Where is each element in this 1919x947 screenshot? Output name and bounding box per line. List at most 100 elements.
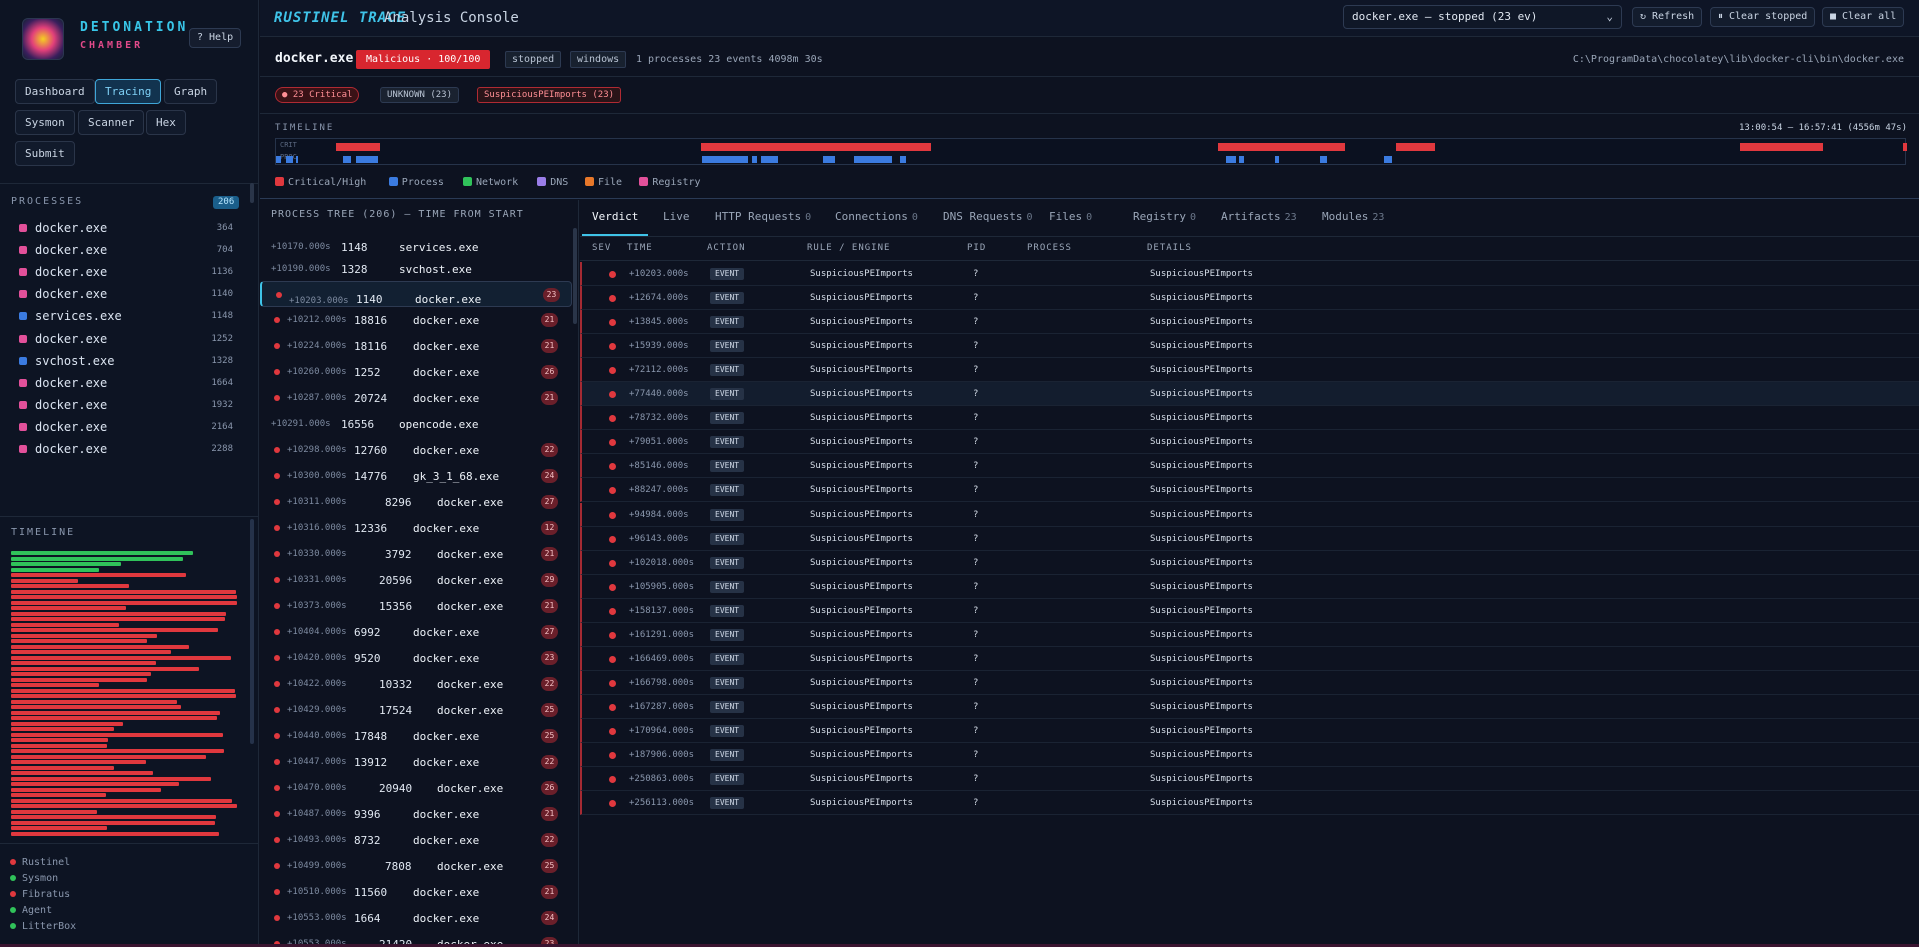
process-list-pid: 704 xyxy=(216,245,233,256)
event-pid: ? xyxy=(973,509,979,520)
event-row[interactable]: +158137.000s EVENT SuspiciousPEImports? Sus… xyxy=(580,598,1919,623)
tree-row[interactable]: +10429.000s 17524 docker.exe 25 xyxy=(260,697,572,723)
event-row[interactable]: +187906.000s EVENT SuspiciousPEImports? Sus… xyxy=(580,743,1919,767)
sidebar-timeline-bar xyxy=(11,771,153,775)
sidebar-timeline-scrollbar[interactable] xyxy=(250,519,254,744)
sidebar-timeline-bar xyxy=(11,551,193,555)
nav-tracing[interactable]: Tracing xyxy=(95,79,162,104)
column-header[interactable]: RULE / ENGINE xyxy=(807,243,890,253)
column-header[interactable]: PROCESS xyxy=(1027,243,1072,253)
tree-row[interactable]: +10373.000s 15356 docker.exe 21 xyxy=(260,593,572,619)
tree-row[interactable]: +10493.000s 8732 docker.exe 22 xyxy=(260,827,572,853)
process-list-scrollbar[interactable] xyxy=(250,183,254,203)
event-row[interactable]: +79051.000s EVENT SuspiciousPEImports? Susp… xyxy=(580,430,1919,455)
nav-scanner[interactable]: Scanner xyxy=(78,110,145,135)
event-row[interactable]: +161291.000s EVENT SuspiciousPEImports? Sus… xyxy=(580,622,1919,647)
tree-row[interactable]: +10190.000s 1328 svchost.exe xyxy=(260,256,572,282)
nav-sysmon[interactable]: Sysmon xyxy=(15,110,75,135)
tab-http-requests[interactable]: HTTP Requests 0 xyxy=(715,200,811,236)
event-row[interactable]: +85146.000s EVENT SuspiciousPEImports? Susp… xyxy=(580,454,1919,479)
event-pid: ? xyxy=(973,413,979,424)
tab-artifacts[interactable]: Artifacts 23 xyxy=(1221,200,1297,236)
event-time: +167287.000s xyxy=(629,701,695,712)
tree-row[interactable]: +10422.000s 10332 docker.exe 22 xyxy=(260,671,572,697)
source-legend-item: Agent xyxy=(10,905,52,916)
tree-row[interactable]: +10499.000s 7808 docker.exe 25 xyxy=(260,853,572,879)
event-row[interactable]: +13845.000s EVENT SuspiciousPEImports? Susp… xyxy=(580,310,1919,335)
tree-row[interactable]: +10260.000s 1252 docker.exe 26 xyxy=(260,359,572,385)
tree-row[interactable]: +10330.000s 3792 docker.exe 21 xyxy=(260,541,572,567)
event-row[interactable]: +102018.000s EVENT SuspiciousPEImports? Sus… xyxy=(580,550,1919,575)
tree-row[interactable]: +10553.000s 1664 docker.exe 24 xyxy=(260,905,572,931)
tree-row[interactable]: +10316.000s 12336 docker.exe 12 xyxy=(260,515,572,541)
event-row[interactable]: +12674.000s EVENT SuspiciousPEImports? Susp… xyxy=(580,286,1919,311)
event-row[interactable]: +166798.000s EVENT SuspiciousPEImports? Sus… xyxy=(580,670,1919,695)
tree-row[interactable]: +10298.000s 12760 docker.exe 22 xyxy=(260,437,572,463)
column-header[interactable]: SEV xyxy=(592,243,611,253)
event-row[interactable]: +250863.000s EVENT SuspiciousPEImports? Sus… xyxy=(580,767,1919,792)
critical-count-tag[interactable]: ● 23 Critical xyxy=(275,87,360,103)
tree-row[interactable]: +10311.000s 8296 docker.exe 27 xyxy=(260,489,572,515)
event-row[interactable]: +77440.000s EVENT SuspiciousPEImports? Susp… xyxy=(580,382,1919,407)
legend-swatch xyxy=(537,177,547,186)
timeline-track[interactable]: CRIT PROC xyxy=(275,138,1907,165)
unknown-tag[interactable]: UNKNOWN (23) xyxy=(380,87,460,103)
event-row[interactable]: +15939.000s EVENT SuspiciousPEImports? Susp… xyxy=(580,334,1919,359)
event-row[interactable]: +72112.000s EVENT SuspiciousPEImports? Susp… xyxy=(580,358,1919,383)
tree-row[interactable]: +10300.000s 14776 gk_3_1_68.exe 24 xyxy=(260,463,572,489)
nav-graph[interactable]: Graph xyxy=(164,79,218,104)
nav-dashboard[interactable]: Dashboard xyxy=(15,79,95,104)
event-row[interactable]: +105905.000s EVENT SuspiciousPEImports? Sus… xyxy=(580,574,1919,599)
column-header[interactable]: DETAILS xyxy=(1147,243,1192,253)
event-row[interactable]: +170964.000s EVENT SuspiciousPEImports? Sus… xyxy=(580,718,1919,743)
process-select[interactable]: docker.exe — stopped (23 ev) ⌄ xyxy=(1343,5,1622,29)
tree-row[interactable]: +10420.000s 9520 docker.exe 23 xyxy=(260,645,572,671)
tab-registry[interactable]: Registry 0 xyxy=(1133,200,1196,236)
clear-all-button[interactable]: ■ Clear all xyxy=(1822,7,1905,27)
tab-connections[interactable]: Connections 0 xyxy=(835,200,918,236)
event-row[interactable]: +10203.000s EVENT SuspiciousPEImports? Susp… xyxy=(580,262,1919,286)
sidebar-timeline-bar xyxy=(11,688,235,693)
clear-stopped-button[interactable]: ⏸ Clear stopped xyxy=(1710,7,1816,27)
severity-dot xyxy=(274,837,280,843)
sidebar-timeline-bar xyxy=(11,600,237,605)
column-header[interactable]: TIME xyxy=(627,243,653,253)
process-tree-scrollbar[interactable] xyxy=(573,228,577,324)
tab-dns-requests[interactable]: DNS Requests 0 xyxy=(943,200,1033,236)
event-row[interactable]: +256113.000s EVENT SuspiciousPEImports? Sus… xyxy=(580,791,1919,816)
tab-live[interactable]: Live xyxy=(663,200,690,236)
tree-row[interactable]: +10331.000s 20596 docker.exe 29 xyxy=(260,567,572,593)
event-row[interactable]: +88247.000s EVENT SuspiciousPEImports? Susp… xyxy=(580,478,1919,503)
nav-hex[interactable]: Hex xyxy=(146,110,186,135)
nav-submit[interactable]: Submit xyxy=(15,141,75,166)
column-header[interactable]: PID xyxy=(967,243,986,253)
event-row[interactable]: +167287.000s EVENT SuspiciousPEImports? Sus… xyxy=(580,694,1919,719)
tree-row[interactable]: +10487.000s 9396 docker.exe 21 xyxy=(260,801,572,827)
tree-row[interactable]: +10212.000s 18816 docker.exe 21 xyxy=(260,307,572,333)
event-row[interactable]: +96143.000s EVENT SuspiciousPEImports? Susp… xyxy=(580,526,1919,551)
severity-dot xyxy=(609,535,616,543)
tab-modules[interactable]: Modules 23 xyxy=(1322,200,1384,236)
tree-row[interactable]: +10203.000s 1140 docker.exe 23 xyxy=(260,281,572,307)
tree-row-pid: 12336 xyxy=(354,522,388,535)
tree-row[interactable]: +10224.000s 18116 docker.exe 21 xyxy=(260,333,572,359)
tree-row[interactable]: +10510.000s 11560 docker.exe 21 xyxy=(260,879,572,905)
tab-verdict[interactable]: Verdict xyxy=(582,200,649,236)
column-header[interactable]: ACTION xyxy=(707,243,746,253)
tree-row[interactable]: +10440.000s 17848 docker.exe 25 xyxy=(260,723,572,749)
process-list-name: docker.exe xyxy=(35,397,108,412)
process-list-item[interactable]: docker.exe 2288 xyxy=(0,436,245,463)
event-row[interactable]: +94984.000s EVENT SuspiciousPEImports? Susp… xyxy=(580,502,1919,527)
tab-files[interactable]: Files 0 xyxy=(1049,200,1092,236)
tree-row[interactable]: +10291.000s 16556 opencode.exe xyxy=(260,411,572,437)
refresh-button[interactable]: ↻ Refresh xyxy=(1632,7,1703,27)
tree-row[interactable]: +10447.000s 13912 docker.exe 22 xyxy=(260,749,572,775)
event-row[interactable]: +166469.000s EVENT SuspiciousPEImports? Sus… xyxy=(580,646,1919,671)
tree-row-time: +10287.000s xyxy=(287,393,347,403)
event-row[interactable]: +78732.000s EVENT SuspiciousPEImports? Susp… xyxy=(580,406,1919,431)
rule-tag[interactable]: SuspiciousPEImports (23) xyxy=(477,87,622,103)
tree-row[interactable]: +10404.000s 6992 docker.exe 27 xyxy=(260,619,572,645)
tree-row[interactable]: +10470.000s 20940 docker.exe 26 xyxy=(260,775,572,801)
help-button[interactable]: ? Help xyxy=(189,28,242,48)
tree-row[interactable]: +10287.000s 20724 docker.exe 21 xyxy=(260,385,572,411)
